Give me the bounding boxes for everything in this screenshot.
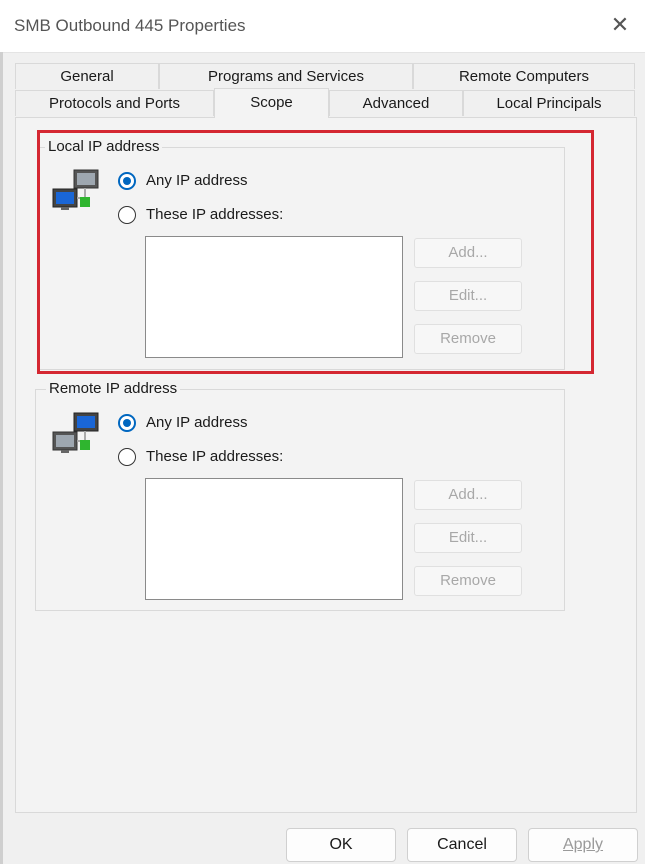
network-computers-icon xyxy=(52,169,99,210)
remote-network-computers-icon xyxy=(52,412,99,453)
remote-ip-group-label: Remote IP address xyxy=(46,380,181,397)
tab-protocols-and-ports[interactable]: Protocols and Ports xyxy=(15,90,214,116)
tab-programs-and-services[interactable]: Programs and Services xyxy=(159,63,413,89)
tab-advanced[interactable]: Advanced xyxy=(329,90,463,116)
tab-scope[interactable]: Scope xyxy=(214,88,329,118)
title-bar: SMB Outbound 445 Properties ✕ xyxy=(0,0,645,53)
local-ip-list[interactable] xyxy=(145,236,403,358)
local-any-ip-label[interactable]: Any IP address xyxy=(146,172,247,189)
remote-any-ip-radio[interactable] xyxy=(118,414,136,432)
remote-edit-button[interactable]: Edit... xyxy=(414,523,522,553)
remote-ip-list[interactable] xyxy=(145,478,403,600)
apply-button[interactable]: Apply xyxy=(528,828,638,862)
window-edge xyxy=(0,52,3,864)
remote-these-ip-radio[interactable] xyxy=(118,448,136,466)
tab-remote-computers[interactable]: Remote Computers xyxy=(413,63,635,89)
tab-local-principals[interactable]: Local Principals xyxy=(463,90,635,116)
local-these-ip-radio[interactable] xyxy=(118,206,136,224)
cancel-button[interactable]: Cancel xyxy=(407,828,517,862)
remote-any-ip-label[interactable]: Any IP address xyxy=(146,414,247,431)
local-add-button[interactable]: Add... xyxy=(414,238,522,268)
local-ip-group-label: Local IP address xyxy=(45,138,163,155)
remote-remove-button[interactable]: Remove xyxy=(414,566,522,596)
local-these-ip-label[interactable]: These IP addresses: xyxy=(146,206,283,223)
local-any-ip-radio[interactable] xyxy=(118,172,136,190)
local-remove-button[interactable]: Remove xyxy=(414,324,522,354)
remote-add-button[interactable]: Add... xyxy=(414,480,522,510)
local-edit-button[interactable]: Edit... xyxy=(414,281,522,311)
ok-button[interactable]: OK xyxy=(286,828,396,862)
remote-these-ip-label[interactable]: These IP addresses: xyxy=(146,448,283,465)
window-title: SMB Outbound 445 Properties xyxy=(14,16,246,35)
close-icon[interactable]: ✕ xyxy=(607,12,633,38)
tab-general[interactable]: General xyxy=(15,63,159,89)
